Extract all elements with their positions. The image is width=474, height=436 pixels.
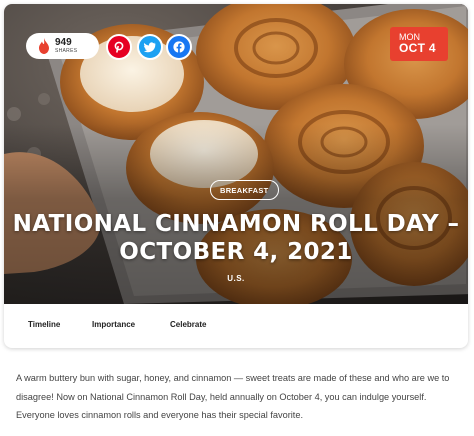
- flame-icon: [39, 38, 49, 54]
- category-tag[interactable]: BREAKFAST: [210, 180, 279, 200]
- share-count-pill[interactable]: 949 SHARES: [26, 33, 99, 59]
- share-count-value: 949: [55, 37, 72, 48]
- twitter-icon: [144, 42, 156, 53]
- page-title: NATIONAL CINNAMON ROLL DAY – OCTOBER 4, …: [12, 211, 460, 265]
- region-label: U.S.: [227, 274, 245, 283]
- facebook-icon: [173, 41, 185, 53]
- date-day-month: OCT 4: [399, 41, 436, 56]
- section-tabs: Timeline Importance Celebrate: [4, 304, 468, 348]
- tab-timeline[interactable]: Timeline: [28, 320, 60, 329]
- pinterest-share-button[interactable]: [106, 34, 132, 60]
- share-count-label: SHARES: [55, 48, 78, 54]
- tab-importance[interactable]: Importance: [92, 320, 135, 329]
- event-card: 949 SHARES MON OCT 4 BREAKFAST NATIONAL …: [4, 4, 468, 348]
- facebook-share-button[interactable]: [166, 34, 192, 60]
- intro-paragraph: A warm buttery bun with sugar, honey, an…: [16, 373, 450, 420]
- twitter-share-button[interactable]: [137, 34, 163, 60]
- date-badge: MON OCT 4: [390, 27, 448, 61]
- pinterest-icon: [114, 41, 124, 53]
- share-count: 949 SHARES: [55, 38, 77, 54]
- tab-celebrate[interactable]: Celebrate: [170, 320, 206, 329]
- hero-image: 949 SHARES MON OCT 4 BREAKFAST NATIONAL …: [4, 4, 468, 304]
